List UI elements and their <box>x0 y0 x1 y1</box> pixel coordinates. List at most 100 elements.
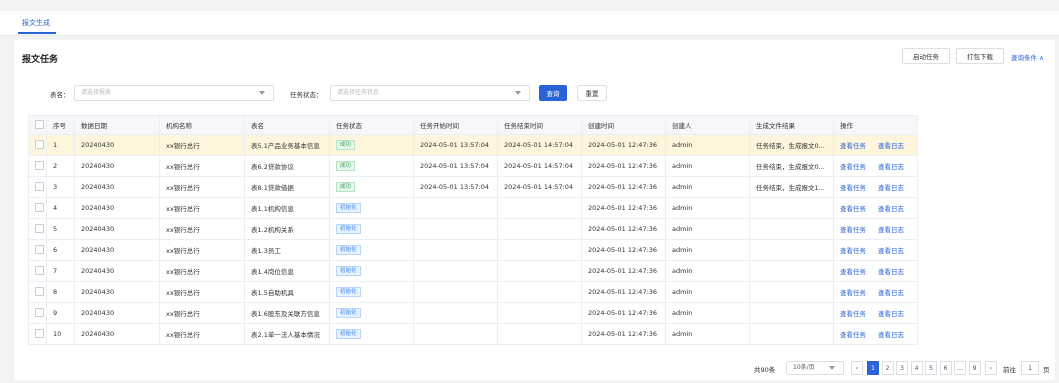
query-conditions-toggle[interactable]: 查询条件 ∧ <box>1011 52 1044 62</box>
row-checkbox-cell[interactable] <box>28 302 47 324</box>
view-log-link[interactable]: 查看日志 <box>878 268 904 276</box>
cell-org-name: xx银行总行 <box>159 176 245 198</box>
next-page-button[interactable]: › <box>985 361 997 375</box>
view-log-link[interactable]: 查看日志 <box>878 247 904 255</box>
row-checkbox-cell[interactable] <box>28 281 47 303</box>
page-number-button[interactable]: 2 <box>881 361 894 375</box>
task-table: 序号 数据日期 机构名称 表名 任务状态 任务开始时间 任务结束时间 创建时间 … <box>28 115 918 345</box>
checkbox[interactable] <box>35 119 44 129</box>
view-task-link[interactable]: 查看任务 <box>840 289 866 297</box>
cell-task-status: 初始化 <box>329 239 414 261</box>
goto-page-input[interactable]: 1 <box>1021 361 1039 375</box>
view-log-link[interactable]: 查看日志 <box>878 184 904 192</box>
row-checkbox-cell[interactable] <box>28 197 47 219</box>
table-row[interactable]: 1 20240430 xx银行总行 表5.1产品业务基本信息 成功 2024-05-01 … <box>28 134 918 156</box>
row-checkbox-cell[interactable] <box>28 176 47 198</box>
cell-data-date: 20240430 <box>74 323 160 345</box>
table-name-select[interactable]: 请选择报表 <box>74 85 274 101</box>
page-number-button[interactable]: 1 <box>867 361 879 375</box>
row-checkbox-cell[interactable] <box>28 218 47 240</box>
cell-org-name: xx银行总行 <box>159 218 245 240</box>
cell-end-time <box>497 281 582 303</box>
cell-end-time <box>497 323 582 345</box>
page-size-select[interactable]: 10条/页 <box>786 361 844 375</box>
view-task-link[interactable]: 查看任务 <box>840 268 866 276</box>
view-task-link[interactable]: 查看任务 <box>840 184 866 192</box>
page-number-button[interactable]: ... <box>954 361 966 375</box>
row-checkbox-cell[interactable] <box>28 155 47 177</box>
view-log-link[interactable]: 查看日志 <box>878 163 904 171</box>
view-task-link[interactable]: 查看任务 <box>840 205 866 213</box>
table-row[interactable]: 10 20240430 xx银行总行 表2.1单一法人基本情况 初始化 2024-05-0… <box>28 323 918 345</box>
tab-report-generation[interactable]: 报文生成 <box>22 18 50 28</box>
checkbox[interactable] <box>35 244 44 254</box>
row-checkbox-cell[interactable] <box>28 323 47 345</box>
view-log-link[interactable]: 查看日志 <box>878 226 904 234</box>
view-task-link[interactable]: 查看任务 <box>840 247 866 255</box>
cell-created-time: 2024-05-01 12:47:36 <box>581 239 666 261</box>
cell-no: 7 <box>46 260 75 282</box>
view-log-link[interactable]: 查看日志 <box>878 331 904 339</box>
checkbox[interactable] <box>35 160 44 170</box>
start-task-button[interactable]: 启动任务 <box>902 48 950 64</box>
page-number-button[interactable]: 3 <box>896 361 908 375</box>
header-creator: 创建人 <box>665 115 750 135</box>
row-checkbox-cell[interactable] <box>28 134 47 156</box>
page-number-button[interactable]: 9 <box>968 361 981 375</box>
checkbox[interactable] <box>35 307 44 317</box>
cell-created-time: 2024-05-01 12:47:36 <box>581 281 666 303</box>
task-status-select[interactable]: 请选择任务状态 <box>330 85 530 101</box>
view-log-link[interactable]: 查看日志 <box>878 289 904 297</box>
view-task-link[interactable]: 查看任务 <box>840 226 866 234</box>
cell-file-result <box>749 197 834 219</box>
prev-page-button[interactable]: ‹ <box>851 361 863 375</box>
cell-file-result: 任务结束，生成报文0... <box>749 134 834 156</box>
cell-data-date: 20240430 <box>74 176 160 198</box>
cell-file-result <box>749 281 834 303</box>
cell-org-name: xx银行总行 <box>159 155 245 177</box>
cell-created-time: 2024-05-01 12:47:36 <box>581 197 666 219</box>
cell-task-status: 成功 <box>329 134 414 156</box>
cell-table-name: 表1.5自助机具 <box>244 281 330 303</box>
view-task-link[interactable]: 查看任务 <box>840 142 866 150</box>
table-row[interactable]: 5 20240430 xx银行总行 表1.2机构关系 初始化 2024-05-01 12:… <box>28 218 918 240</box>
page-number-button[interactable]: 5 <box>925 361 937 375</box>
header-select-all[interactable] <box>28 115 47 135</box>
pack-download-button[interactable]: 打包下载 <box>956 48 1004 64</box>
table-row[interactable]: 2 20240430 xx银行总行 表6.2贷款协议 成功 2024-05-01 13:5… <box>28 155 918 177</box>
query-button[interactable]: 查询 <box>539 85 567 101</box>
page-unit-label: 页 <box>1043 366 1050 374</box>
table-row[interactable]: 3 20240430 xx银行总行 表8.1贷款借据 成功 2024-05-01 13:5… <box>28 176 918 198</box>
cell-org-name: xx银行总行 <box>159 323 245 345</box>
cell-actions: 查看任务 查看日志 <box>833 239 918 261</box>
status-badge: 初始化 <box>336 266 361 276</box>
checkbox[interactable] <box>35 265 44 275</box>
cell-no: 4 <box>46 197 75 219</box>
page-number-button[interactable]: 6 <box>939 361 952 375</box>
reset-button[interactable]: 重置 <box>577 85 607 101</box>
checkbox[interactable] <box>35 286 44 296</box>
table-row[interactable]: 8 20240430 xx银行总行 表1.5自助机具 初始化 2024-05-01 12:… <box>28 281 918 303</box>
view-task-link[interactable]: 查看任务 <box>840 310 866 318</box>
checkbox[interactable] <box>35 202 44 212</box>
row-checkbox-cell[interactable] <box>28 260 47 282</box>
table-row[interactable]: 6 20240430 xx银行总行 表1.3员工 初始化 2024-05-01 12:47… <box>28 239 918 261</box>
checkbox[interactable] <box>35 181 44 191</box>
cell-start-time <box>413 302 498 324</box>
view-log-link[interactable]: 查看日志 <box>878 142 904 150</box>
view-task-link[interactable]: 查看任务 <box>840 331 866 339</box>
table-row[interactable]: 9 20240430 xx银行总行 表1.6股东及关联方信息 初始化 2024-05-01… <box>28 302 918 324</box>
chevron-down-icon <box>259 91 265 95</box>
view-log-link[interactable]: 查看日志 <box>878 310 904 318</box>
view-task-link[interactable]: 查看任务 <box>840 163 866 171</box>
page-number-button[interactable]: 4 <box>910 361 923 375</box>
table-row[interactable]: 7 20240430 xx银行总行 表1.4岗位信息 初始化 2024-05-01 12:… <box>28 260 918 282</box>
checkbox[interactable] <box>35 139 44 149</box>
row-checkbox-cell[interactable] <box>28 239 47 261</box>
cell-task-status: 初始化 <box>329 323 414 345</box>
checkbox[interactable] <box>35 223 44 233</box>
view-log-link[interactable]: 查看日志 <box>878 205 904 213</box>
checkbox[interactable] <box>35 328 44 338</box>
table-row[interactable]: 4 20240430 xx银行总行 表1.1机构信息 初始化 2024-05-01 12:… <box>28 197 918 219</box>
status-badge: 初始化 <box>336 203 361 213</box>
